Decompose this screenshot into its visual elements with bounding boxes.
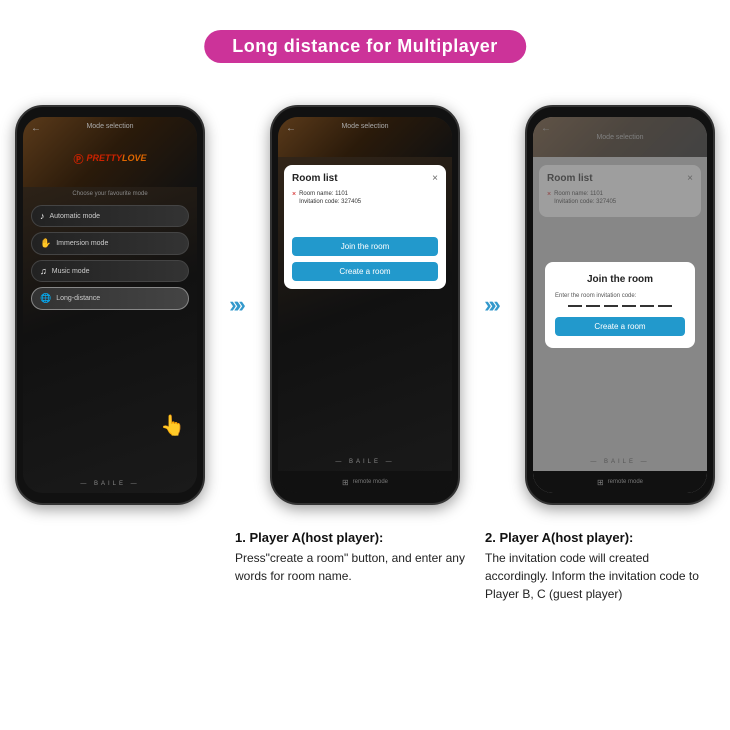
page-title-container: Long distance for Multiplayer: [204, 30, 526, 63]
phone-1-header: ← Mode selection Ⓟ PRETTYLOVE: [23, 117, 197, 187]
room-item: × Room name: 1101 Invitation code: 32740…: [292, 190, 438, 207]
double-chevron-2: » »: [488, 296, 497, 314]
modal-close-btn[interactable]: ×: [432, 173, 438, 184]
phone-1: ← Mode selection Ⓟ PRETTYLOVE Choose you…: [15, 105, 205, 505]
join-room-label: Enter the room invitation code:: [555, 293, 685, 299]
desc-1-text: Press"create a room" button, and enter a…: [235, 549, 465, 585]
automatic-icon: ♪: [40, 211, 45, 221]
music-mode-btn[interactable]: ♫ Music mode: [31, 260, 189, 282]
chevron-1b: »: [234, 292, 246, 318]
room-x-icon: ×: [292, 191, 296, 198]
join-room-box: Join the room Enter the room invitation …: [545, 262, 695, 348]
globe-icon: 🌐: [40, 293, 51, 304]
remote-label-2: remote mode: [353, 479, 388, 485]
phone-2-header: ← Mode selection: [278, 117, 452, 157]
music-icon: ♫: [40, 266, 47, 276]
desc-2-number-text: 2.: [485, 530, 496, 545]
desc-block-2: 2. Player A(host player): The invitation…: [485, 530, 715, 603]
arrow-2: » »: [470, 296, 515, 314]
arrow-1: » »: [215, 296, 260, 314]
desc-2-number: 2. Player A(host player):: [485, 530, 715, 545]
input-dash-1: [568, 305, 582, 307]
back-arrow-icon: ←: [31, 123, 41, 134]
desc-block-spacer: [15, 530, 215, 603]
input-dash-5: [640, 305, 654, 307]
phone-3-overlay: Join the room Enter the room invitation …: [533, 117, 707, 493]
create-room-btn[interactable]: Create a room: [292, 262, 438, 281]
finger-cursor-icon: 👆: [160, 413, 185, 438]
phone-2: ← Mode selection Room list × × Room name…: [270, 105, 460, 505]
room-info: Room name: 1101 Invitation code: 327405: [299, 190, 361, 207]
input-dash-4: [622, 305, 636, 307]
remote-label-3: remote mode: [608, 479, 643, 485]
remote-icon-3: ⊞: [597, 478, 604, 487]
mode-selection-label-1: Mode selection: [86, 123, 133, 130]
mode-selection-label-2: Mode selection: [341, 123, 388, 130]
remote-mode-bar-2: ⊞ remote mode: [278, 471, 452, 493]
automatic-mode-btn[interactable]: ♪ Automatic mode: [31, 205, 189, 227]
baile-footer-1: — BAILE —: [23, 481, 197, 487]
input-dash-6: [658, 305, 672, 307]
logo-area: Ⓟ PRETTYLOVE: [73, 151, 146, 166]
remote-mode-bar-3: ⊞ remote mode: [533, 471, 707, 493]
desc-2-title: Player A(host player):: [499, 530, 633, 545]
descriptions-area: 1. Player A(host player): Press"create a…: [15, 530, 715, 603]
logo-icon: Ⓟ: [73, 151, 83, 166]
desc-2-text: The invitation code will created accordi…: [485, 549, 715, 603]
desc-block-1: 1. Player A(host player): Press"create a…: [235, 530, 465, 603]
desc-1-number-text: 1.: [235, 530, 246, 545]
mode-buttons: ♪ Automatic mode ✋ Immersion mode ♫ Musi…: [23, 205, 197, 310]
automatic-label: Automatic mode: [50, 213, 101, 220]
join-room-btn[interactable]: Join the room: [292, 237, 438, 256]
room-name: Room name: 1101: [299, 190, 361, 198]
immersion-icon: ✋: [40, 238, 51, 249]
double-chevron-1: » »: [233, 296, 242, 314]
join-room-title: Join the room: [555, 274, 685, 285]
join-room-input[interactable]: [555, 305, 685, 307]
modal-buttons: Join the room Create a room: [292, 237, 438, 281]
choose-text: Choose your favourite mode: [23, 191, 197, 197]
baile-footer-2: — BAILE —: [278, 459, 452, 465]
input-dash-3: [604, 305, 618, 307]
phone-2-screen: ← Mode selection Room list × × Room name…: [278, 117, 452, 493]
logo-pretty: PRETTYLOVE: [86, 153, 146, 163]
phone-1-bg: ← Mode selection Ⓟ PRETTYLOVE Choose you…: [23, 117, 197, 493]
phone-2-bg: ← Mode selection Room list × × Room name…: [278, 117, 452, 493]
music-label: Music mode: [52, 268, 90, 275]
desc-1-number: 1. Player A(host player):: [235, 530, 465, 545]
back-arrow-2: ←: [286, 123, 296, 134]
phone-3-bg: ← Mode selection Room list × × Room name…: [533, 117, 707, 493]
phone-3: ← Mode selection Room list × × Room name…: [525, 105, 715, 505]
phone-3-screen: ← Mode selection Room list × × Room name…: [533, 117, 707, 493]
remote-icon-2: ⊞: [342, 478, 349, 487]
chevron-2b: »: [489, 292, 501, 318]
immersion-label: Immersion mode: [56, 240, 108, 247]
phone-1-screen: ← Mode selection Ⓟ PRETTYLOVE Choose you…: [23, 117, 197, 493]
phone3-create-room-btn[interactable]: Create a room: [555, 317, 685, 336]
room-code: Invitation code: 327405: [299, 198, 361, 206]
modal-title-bar: Room list ×: [292, 173, 438, 184]
long-distance-label: Long-distance: [56, 295, 100, 302]
page-title: Long distance for Multiplayer: [232, 36, 498, 56]
input-dash-2: [586, 305, 600, 307]
immersion-mode-btn[interactable]: ✋ Immersion mode: [31, 232, 189, 255]
phones-area: ← Mode selection Ⓟ PRETTYLOVE Choose you…: [15, 90, 715, 520]
long-distance-mode-btn[interactable]: 🌐 Long-distance: [31, 287, 189, 310]
desc-1-title: Player A(host player):: [249, 530, 383, 545]
room-list-modal: Room list × × Room name: 1101 Invitation…: [284, 165, 446, 289]
baile-footer-3: — BAILE —: [533, 459, 707, 465]
room-list-title: Room list: [292, 173, 338, 184]
